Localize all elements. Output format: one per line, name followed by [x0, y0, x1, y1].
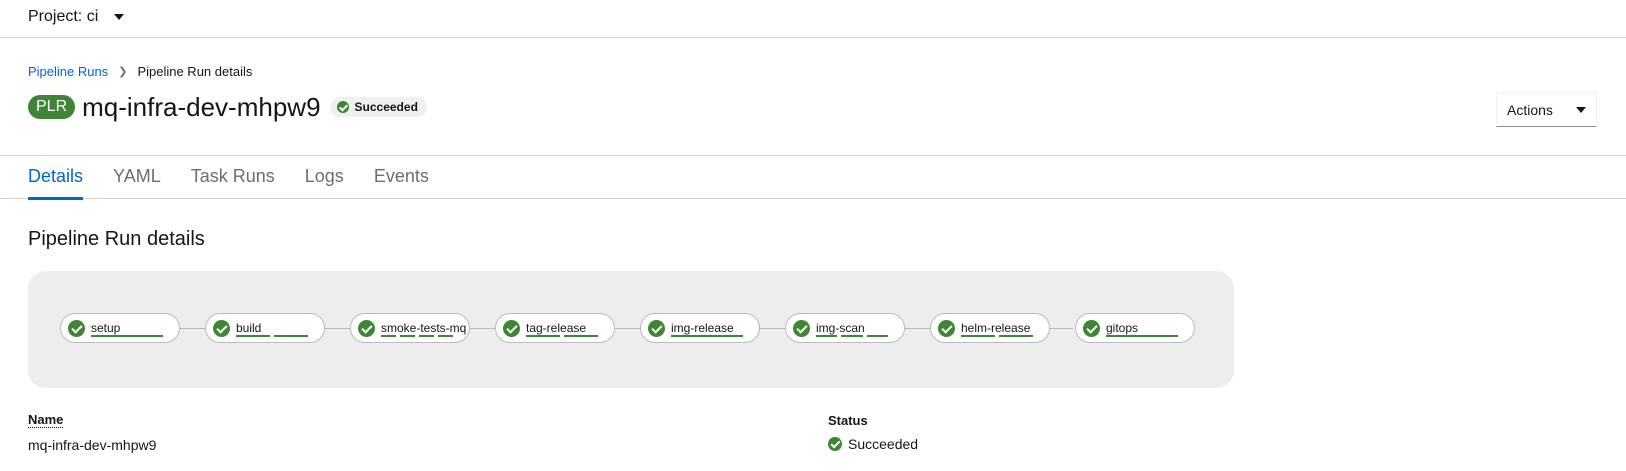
pipeline-task-node[interactable]: gitops [1075, 313, 1195, 343]
pipeline-task-steps [526, 335, 598, 337]
step-progress-segment [400, 335, 415, 337]
step-progress-segment [841, 335, 863, 337]
project-selector[interactable]: Project: ci [28, 8, 125, 26]
check-circle-icon [648, 319, 665, 337]
project-label: Project: ci [28, 8, 99, 25]
pipeline-task-node[interactable]: img-scan [785, 313, 905, 343]
project-bar: Project: ci [0, 0, 1626, 38]
step-progress-segment [438, 335, 453, 337]
pipeline-task-steps [91, 335, 163, 337]
pipeline-task-node[interactable]: smoke-tests-mq [350, 313, 470, 343]
check-circle-icon [68, 319, 85, 337]
check-circle-icon [1083, 319, 1100, 337]
tab-yaml[interactable]: YAML [98, 156, 176, 199]
breadcrumb-current: Pipeline Run details [137, 64, 253, 79]
name-label: Name [28, 412, 64, 428]
pipeline-task-node[interactable]: tag-release [495, 313, 615, 343]
step-progress-segment [1106, 335, 1178, 337]
pipeline-task-steps [961, 335, 1033, 337]
pipeline-task-steps [671, 335, 743, 337]
step-progress-segment [526, 335, 560, 337]
step-progress-segment [91, 335, 163, 337]
check-circle-icon [358, 319, 375, 337]
status-value-label: Succeeded [848, 436, 919, 452]
step-progress-segment [671, 335, 743, 337]
tab-logs[interactable]: Logs [290, 156, 359, 199]
pipeline-task-steps [236, 335, 308, 337]
check-circle-icon [503, 319, 520, 337]
pipeline-task-name: build [236, 321, 262, 335]
pipeline-task-node[interactable]: build [205, 313, 325, 343]
step-progress-segment [381, 335, 396, 337]
pipeline-topology: setup build smoke-tests-mq tag-release img-r… [28, 271, 1234, 388]
pipeline-task-name: smoke-tests-mq [381, 321, 467, 335]
pipeline-task-steps [381, 335, 453, 337]
check-circle-icon [793, 319, 810, 337]
pipeline-task-name: setup [91, 321, 121, 335]
step-progress-segment [564, 335, 598, 337]
step-progress-segment [816, 335, 838, 337]
status-badge-label: Succeeded [354, 100, 418, 114]
tab-task-runs[interactable]: Task Runs [176, 156, 290, 199]
resource-badge: PLR [28, 95, 76, 119]
title-row: PLR mq-infra-dev-mhpw9 Succeeded [28, 92, 427, 122]
page-title: mq-infra-dev-mhpw9 [82, 92, 321, 122]
pipeline-task-steps [1106, 335, 1178, 337]
tab-events[interactable]: Events [359, 156, 444, 199]
pipeline-task-name: tag-release [526, 321, 587, 335]
check-circle-icon [938, 319, 955, 337]
pipeline-task-name: helm-release [961, 321, 1031, 335]
check-circle-icon [213, 319, 230, 337]
pipeline-task-node[interactable]: img-release [640, 313, 760, 343]
caret-down-icon [1576, 106, 1586, 113]
step-progress-segment [866, 335, 888, 337]
pipeline-task-name: gitops [1106, 321, 1139, 335]
pipeline-task-name: img-release [671, 321, 734, 335]
tab-details[interactable]: Details [28, 156, 98, 200]
name-value: mq-infra-dev-mhpw9 [28, 437, 157, 453]
check-circle-icon [336, 101, 349, 113]
caret-down-icon [114, 14, 125, 20]
pipeline-task-steps [816, 335, 888, 337]
step-progress-segment [961, 335, 995, 337]
breadcrumb-pipeline-runs-link[interactable]: Pipeline Runs [28, 64, 108, 79]
chevron-right-icon: ❯ [118, 66, 128, 78]
section-title: Pipeline Run details [28, 228, 205, 250]
step-progress-segment [274, 335, 308, 337]
actions-label: Actions [1507, 101, 1553, 118]
status-value: Succeeded [828, 436, 918, 452]
actions-dropdown[interactable]: Actions [1496, 92, 1597, 127]
pipeline-task-node[interactable]: setup [60, 313, 180, 343]
step-progress-segment [236, 335, 270, 337]
pipeline-task-name: img-scan [816, 321, 865, 335]
status-badge: Succeeded [329, 97, 427, 117]
step-progress-segment [999, 335, 1033, 337]
breadcrumb: Pipeline Runs ❯ Pipeline Run details [28, 64, 252, 79]
step-progress-segment [419, 335, 434, 337]
status-label: Status [828, 413, 868, 428]
pipeline-task-node[interactable]: helm-release [930, 313, 1050, 343]
check-circle-icon [828, 437, 842, 451]
tab-bar: Details YAML Task Runs Logs Events [0, 155, 1626, 200]
